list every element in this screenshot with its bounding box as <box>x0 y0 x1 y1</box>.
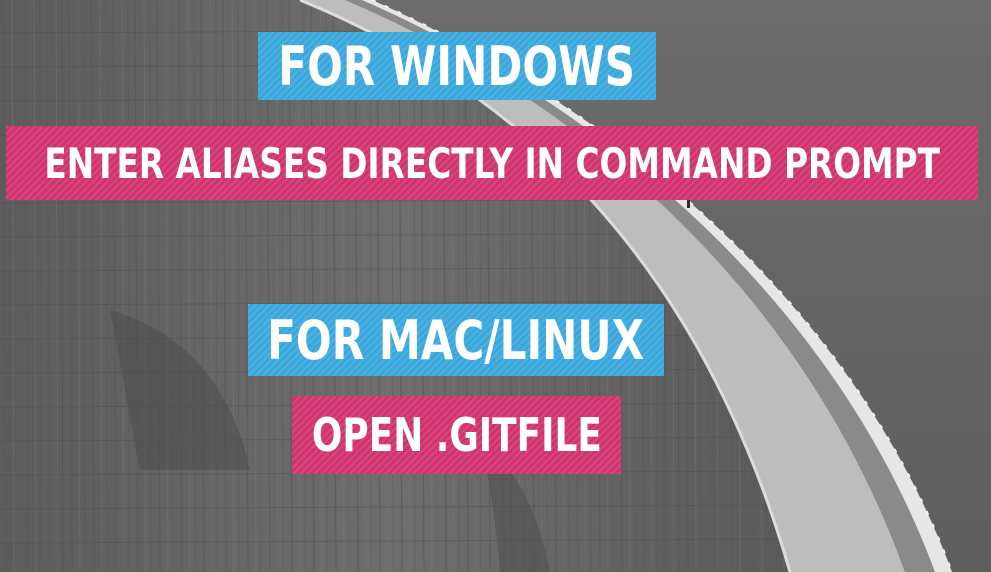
windows-subheading-text: ENTER ALIASES DIRECTLY IN COMMAND PROMPT <box>44 138 940 188</box>
maclinux-heading-text: FOR MAC/LINUX <box>267 308 645 372</box>
slide: FOR WINDOWS ENTER ALIASES DIRECTLY IN CO… <box>0 0 991 572</box>
maclinux-heading: FOR MAC/LINUX <box>248 304 664 376</box>
windows-subheading: ENTER ALIASES DIRECTLY IN COMMAND PROMPT <box>6 126 978 200</box>
windows-heading-text: FOR WINDOWS <box>278 34 636 98</box>
windows-heading: FOR WINDOWS <box>258 32 656 100</box>
maclinux-subheading: OPEN .GITFILE <box>292 396 621 474</box>
maclinux-subheading-text: OPEN .GITFILE <box>311 408 602 462</box>
